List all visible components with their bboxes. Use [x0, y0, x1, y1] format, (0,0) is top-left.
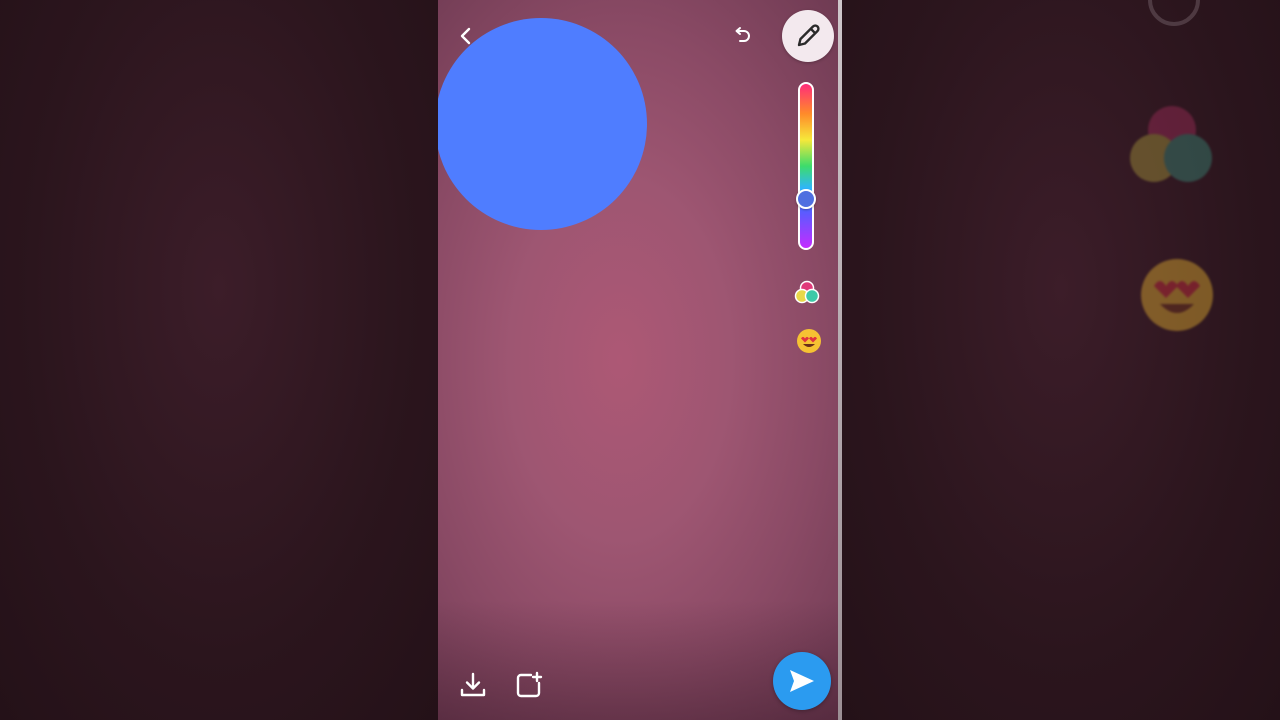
- snap-editor-screen: [0, 0, 1280, 720]
- add-to-story-icon: [516, 671, 543, 698]
- emoji-brush-button[interactable]: [794, 326, 824, 356]
- pencil-icon: [797, 24, 820, 47]
- phone-edge: [838, 0, 842, 720]
- snap-canvas[interactable]: [438, 0, 842, 720]
- color-palette-button[interactable]: [792, 278, 822, 308]
- color-slider[interactable]: [796, 82, 816, 250]
- blurred-emoji-icon: [1141, 259, 1213, 331]
- undo-button[interactable]: [728, 22, 756, 50]
- back-button[interactable]: [452, 22, 480, 50]
- blurred-background-left: [0, 0, 438, 720]
- save-button[interactable]: [456, 668, 490, 702]
- blurred-palette-icon: [1130, 106, 1212, 182]
- add-to-story-button[interactable]: [512, 668, 546, 702]
- heart-eyes-emoji-icon: [797, 329, 821, 353]
- chevron-left-icon: [460, 27, 471, 45]
- color-slider-knob[interactable]: [796, 189, 816, 210]
- send-arrow-icon: [790, 670, 814, 692]
- send-button[interactable]: [773, 652, 831, 710]
- color-palette-icon: [794, 280, 820, 304]
- undo-icon: [735, 27, 750, 42]
- pencil-tool-button[interactable]: [782, 10, 834, 62]
- download-icon: [460, 672, 486, 697]
